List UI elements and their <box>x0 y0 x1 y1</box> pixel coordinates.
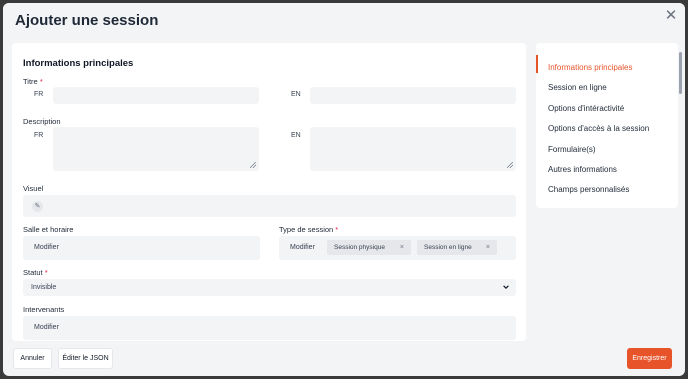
intervenants-field[interactable]: Modifier <box>23 316 516 340</box>
form-content: Informations principales Titre * FR EN D… <box>12 43 526 341</box>
edit-json-button[interactable]: Éditer le JSON <box>58 348 113 369</box>
modal-title: Ajouter une session <box>15 12 159 29</box>
description-en-textarea[interactable] <box>311 128 515 170</box>
statut-select[interactable]: Invisible <box>23 279 516 296</box>
nav-item-options-interactivite[interactable]: Options d'intéractivité <box>548 104 624 113</box>
tag-label: Session physique <box>334 244 385 251</box>
nav-item-informations-principales[interactable]: Informations principales <box>548 63 632 72</box>
description-fr-field <box>53 127 259 171</box>
required-mark: * <box>44 268 48 277</box>
resize-handle[interactable] <box>507 162 513 168</box>
nav-item-formulaires[interactable]: Formulaire(s) <box>548 145 596 154</box>
remove-tag-icon[interactable]: × <box>486 240 490 255</box>
required-mark: * <box>39 77 43 86</box>
description-fr-textarea[interactable] <box>54 128 258 170</box>
titre-label-text: Titre <box>23 77 38 86</box>
pencil-icon[interactable]: ✎ <box>32 201 43 212</box>
nav-item-options-acces[interactable]: Options d'accès à la session <box>548 124 649 133</box>
type-session-label-text: Type de session <box>279 225 334 234</box>
remove-tag-icon[interactable]: × <box>400 240 404 255</box>
description-en-field <box>310 127 516 171</box>
titre-lang-fr: FR <box>34 91 44 98</box>
required-mark: * <box>335 225 339 234</box>
active-indicator <box>536 55 538 73</box>
nav-item-session-en-ligne[interactable]: Session en ligne <box>548 83 607 92</box>
type-session-field: Modifier Session physique × Session en l… <box>279 236 516 260</box>
intervenants-modifier-button[interactable]: Modifier <box>34 324 59 331</box>
tag-session-en-ligne: Session en ligne × <box>417 240 497 255</box>
close-icon[interactable]: ✕ <box>663 8 679 24</box>
titre-lang-en: EN <box>291 91 301 98</box>
save-button[interactable]: Enregistrer <box>627 348 672 369</box>
tag-session-physique: Session physique × <box>327 240 411 255</box>
visuel-label: Visuel <box>23 184 44 193</box>
section-nav: Informations principales Session en lign… <box>536 43 678 208</box>
scrollbar-thumb[interactable] <box>679 52 682 94</box>
description-label: Description <box>23 117 61 126</box>
statut-label: Statut * <box>23 268 48 277</box>
section-title: Informations principales <box>23 58 134 69</box>
titre-en-field <box>310 87 516 107</box>
description-lang-en: EN <box>291 132 301 139</box>
type-session-label: Type de session * <box>279 225 338 234</box>
statut-label-text: Statut <box>23 268 43 277</box>
titre-fr-field <box>53 87 259 107</box>
tag-label: Session en ligne <box>424 244 472 251</box>
cancel-button[interactable]: Annuler <box>13 348 52 369</box>
titre-en-input[interactable] <box>311 92 515 107</box>
titre-label: Titre * <box>23 77 43 86</box>
nav-item-autres-informations[interactable]: Autres informations <box>548 165 617 174</box>
nav-item-champs-personnalises[interactable]: Champs personnalisés <box>548 185 629 194</box>
type-session-modifier-button[interactable]: Modifier <box>290 244 315 251</box>
salle-field[interactable]: Modifier <box>23 236 260 260</box>
statut-value: Invisible <box>31 284 57 291</box>
description-lang-fr: FR <box>34 132 44 139</box>
intervenants-label: Intervenants <box>23 305 65 314</box>
titre-fr-input[interactable] <box>54 92 258 107</box>
salle-modifier-button[interactable]: Modifier <box>34 244 59 251</box>
modal-header: Ajouter une session ✕ <box>3 3 685 37</box>
visuel-field[interactable]: ✎ <box>23 195 516 217</box>
chevron-down-icon <box>503 285 509 290</box>
resize-handle[interactable] <box>250 162 256 168</box>
salle-label: Salle et horaire <box>23 225 74 234</box>
